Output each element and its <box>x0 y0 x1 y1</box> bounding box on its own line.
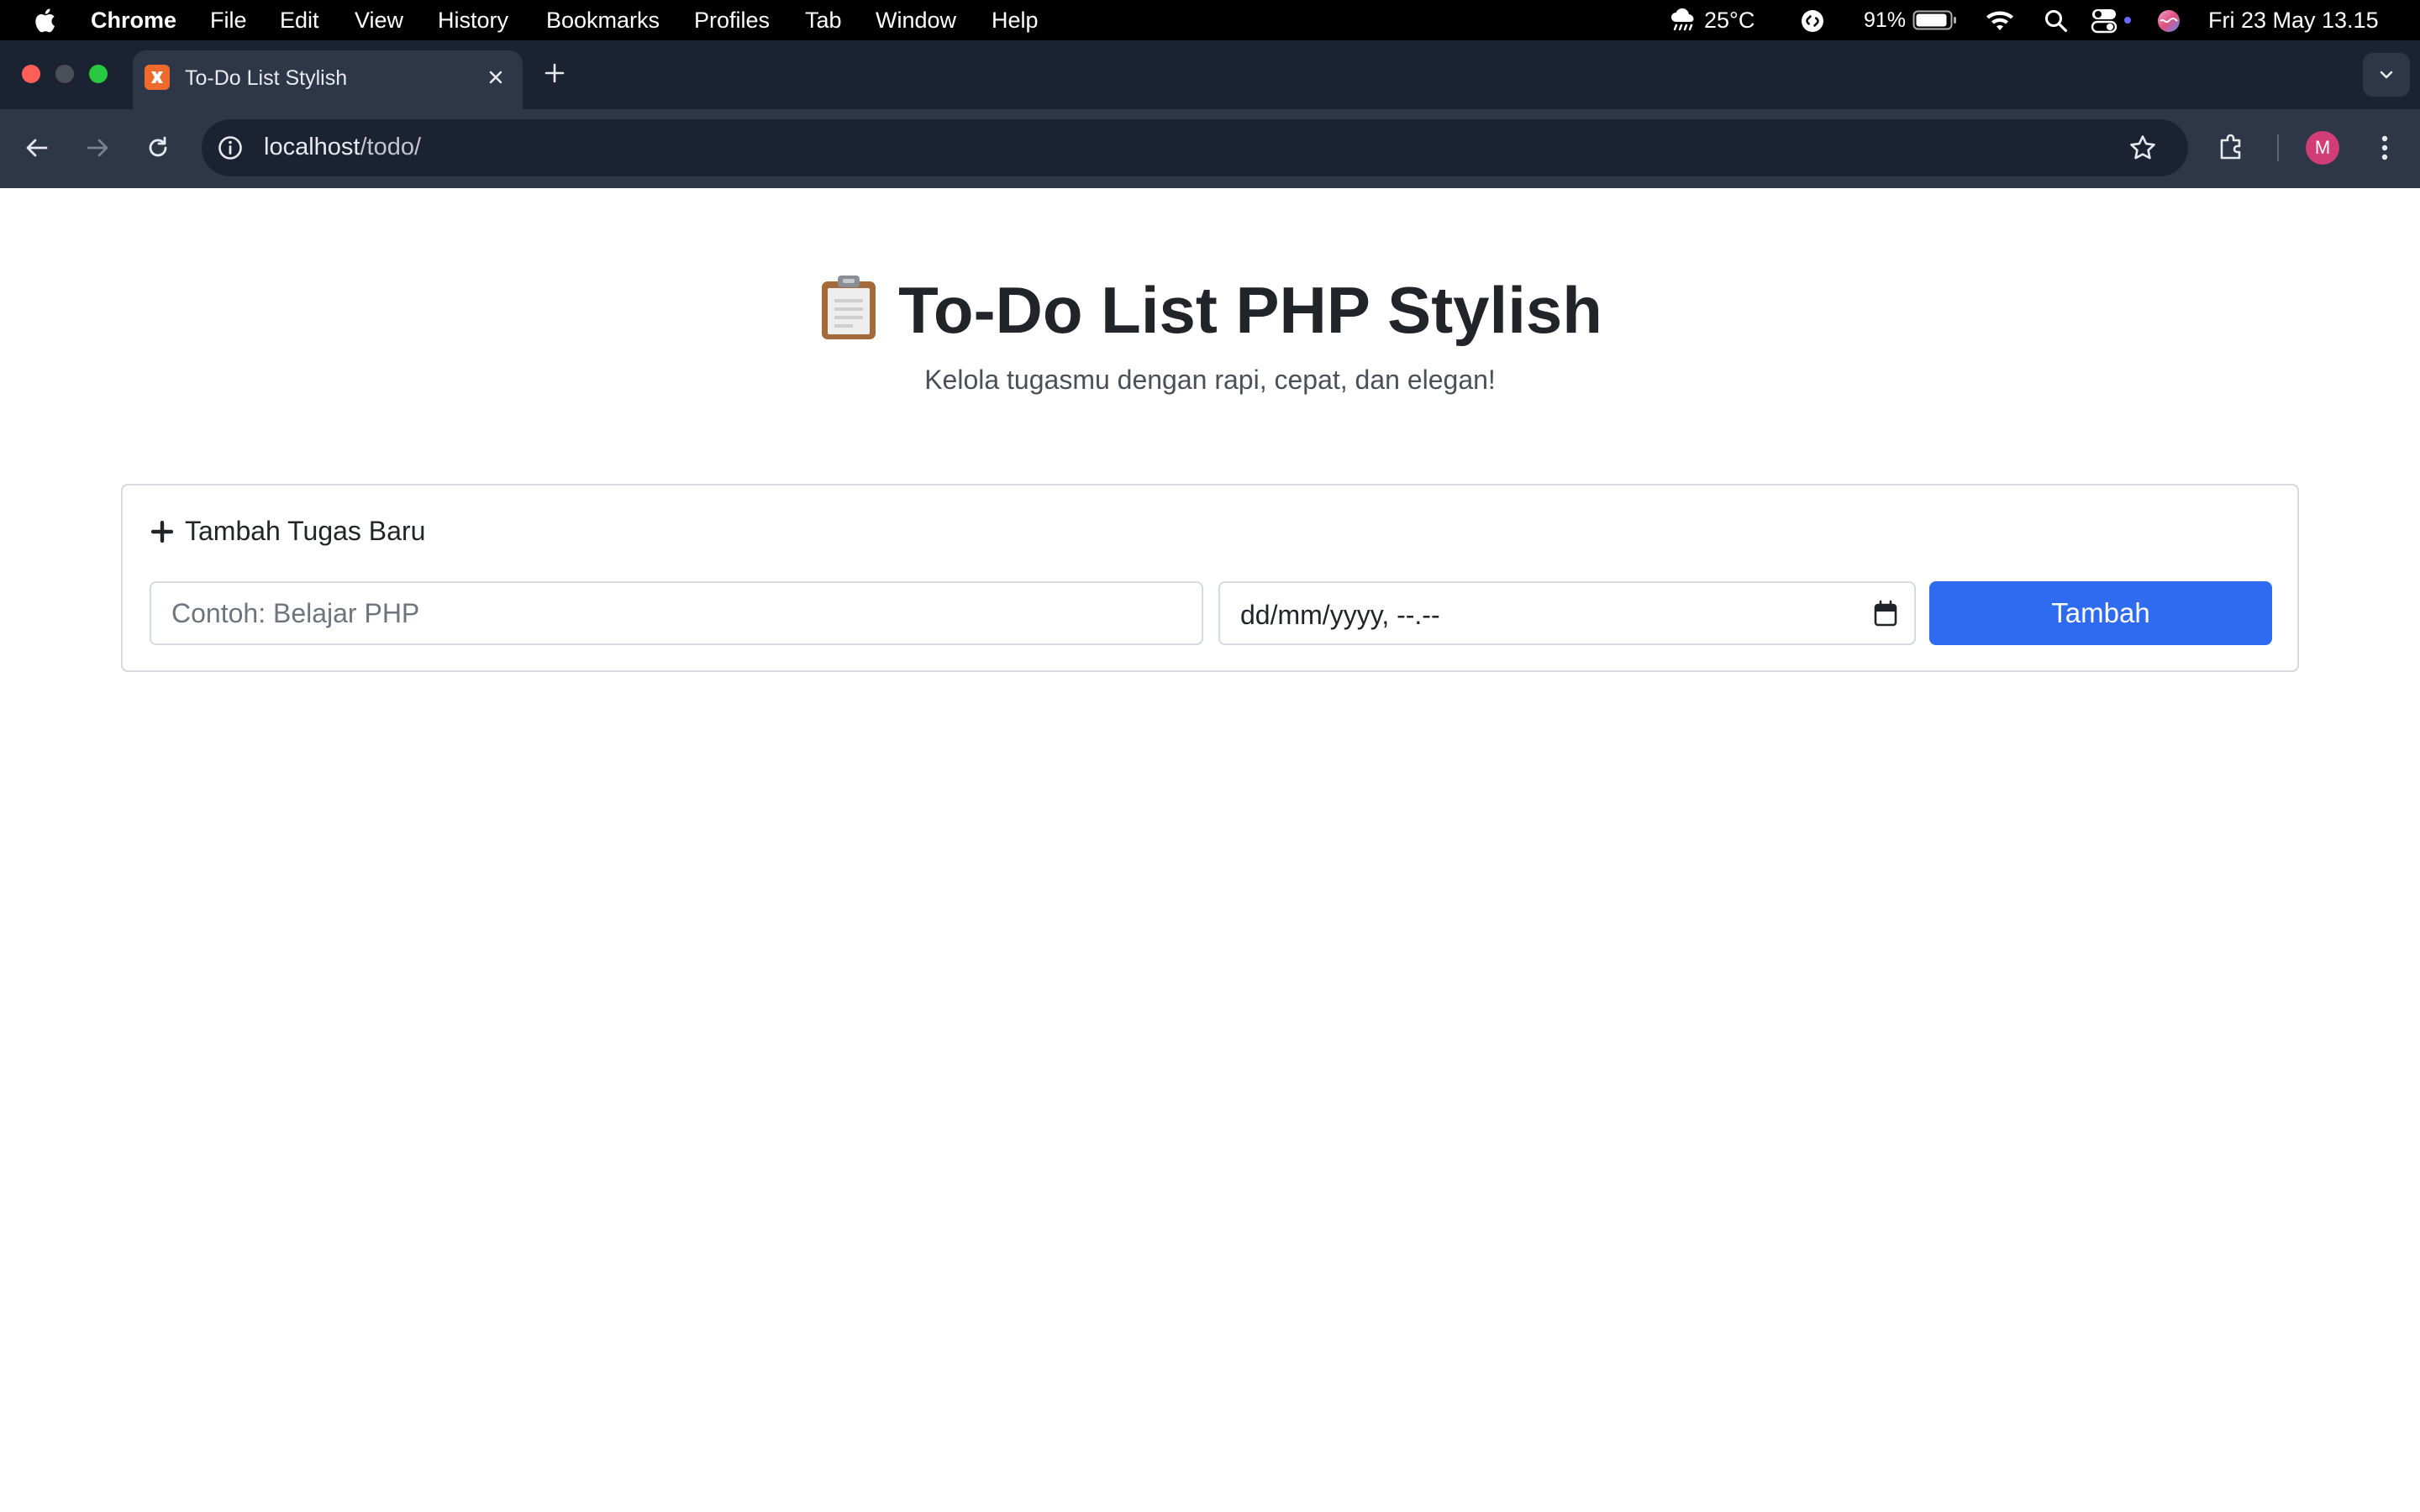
more-menu-icon[interactable] <box>2368 131 2402 165</box>
battery-icon <box>1912 10 1957 30</box>
clipboard-icon <box>822 276 876 339</box>
battery-status[interactable]: 91% <box>1864 0 1958 40</box>
page-title: To-Do List PHP Stylish <box>0 272 2420 349</box>
shazam-icon[interactable] <box>1800 8 1825 34</box>
forward-button[interactable] <box>81 131 114 165</box>
control-center-icon[interactable] <box>2091 7 2133 34</box>
web-page: To-Do List PHP Stylish Kelola tugasmu de… <box>0 188 2420 1512</box>
add-task-heading: Tambah Tugas Baru <box>151 516 425 547</box>
reload-icon <box>149 136 167 157</box>
close-window-button[interactable] <box>22 65 40 83</box>
menu-profiles[interactable]: Profiles <box>694 8 770 33</box>
arrow-left-icon <box>26 139 48 157</box>
profile-avatar[interactable]: M <box>2306 131 2339 165</box>
apple-logo-icon[interactable] <box>32 5 60 35</box>
chevron-down-icon <box>2380 71 2393 79</box>
reload-button[interactable] <box>141 131 175 165</box>
screen: Chrome File Edit View History Bookmarks … <box>0 0 2420 1512</box>
menu-window[interactable]: Window <box>876 8 956 33</box>
menu-app-name[interactable]: Chrome <box>91 8 176 33</box>
rain-cloud-icon <box>1671 8 1694 31</box>
clock[interactable]: Fri 23 May 13.15 <box>2208 0 2379 40</box>
add-task-heading-text: Tambah Tugas Baru <box>185 516 426 546</box>
date-time: Fri 23 May 13.15 <box>2208 7 2379 33</box>
minimize-window-button[interactable] <box>55 65 74 83</box>
close-tab-icon[interactable] <box>484 66 508 89</box>
url-host: localhost <box>264 134 360 160</box>
page-subtitle: Kelola tugasmu dengan rapi, cepat, dan e… <box>924 365 1496 395</box>
url-path: /todo/ <box>360 134 422 160</box>
task-name-input[interactable] <box>150 581 1203 645</box>
maximize-window-button[interactable] <box>89 65 108 83</box>
toolbar-divider <box>2277 134 2279 161</box>
deadline-placeholder: dd/mm/yyyy, --.-- <box>1240 600 1440 630</box>
plus-icon <box>151 520 173 543</box>
bookmark-star-icon[interactable] <box>2126 131 2160 165</box>
menu-bookmarks[interactable]: Bookmarks <box>546 8 660 33</box>
back-button[interactable] <box>20 131 54 165</box>
battery-percent: 91% <box>1864 8 1907 32</box>
weather-status[interactable]: 25°C <box>1669 0 1754 40</box>
menu-edit[interactable]: Edit <box>280 8 319 33</box>
menu-tab[interactable]: Tab <box>805 8 842 33</box>
tab-title: To-Do List Stylish <box>185 66 348 90</box>
menu-bar: Chrome File Edit View History Bookmarks … <box>0 0 2420 40</box>
weather-temp: 25°C <box>1704 7 1755 33</box>
url-text[interactable]: localhost/todo/ <box>264 134 421 161</box>
add-task-button[interactable]: Tambah <box>1929 581 2272 645</box>
menu-history[interactable]: History <box>438 8 508 33</box>
arrow-right-icon <box>87 139 108 157</box>
site-info-icon[interactable] <box>213 131 247 165</box>
tab-search-button[interactable] <box>2363 53 2410 97</box>
extensions-puzzle-icon[interactable] <box>2215 130 2249 164</box>
page-title-text: To-Do List PHP Stylish <box>898 273 1602 347</box>
address-bar[interactable]: localhost/todo/ <box>202 119 2188 176</box>
calendar-icon[interactable] <box>1872 600 1899 628</box>
active-tab[interactable]: To-Do List Stylish <box>133 50 523 109</box>
add-task-card: Tambah Tugas Baru dd/mm/yyyy, --.-- Tamb… <box>121 484 2299 672</box>
deadline-datetime-input[interactable]: dd/mm/yyyy, --.-- <box>1218 581 1916 645</box>
wifi-icon[interactable] <box>1985 8 2015 32</box>
menu-help[interactable]: Help <box>992 8 1039 33</box>
spotlight-search-icon[interactable] <box>2044 8 2069 34</box>
menu-view[interactable]: View <box>355 8 403 33</box>
siri-icon[interactable] <box>2156 8 2181 34</box>
xampp-favicon-icon <box>145 65 170 90</box>
new-tab-icon[interactable] <box>541 60 568 87</box>
menu-file[interactable]: File <box>210 8 247 33</box>
